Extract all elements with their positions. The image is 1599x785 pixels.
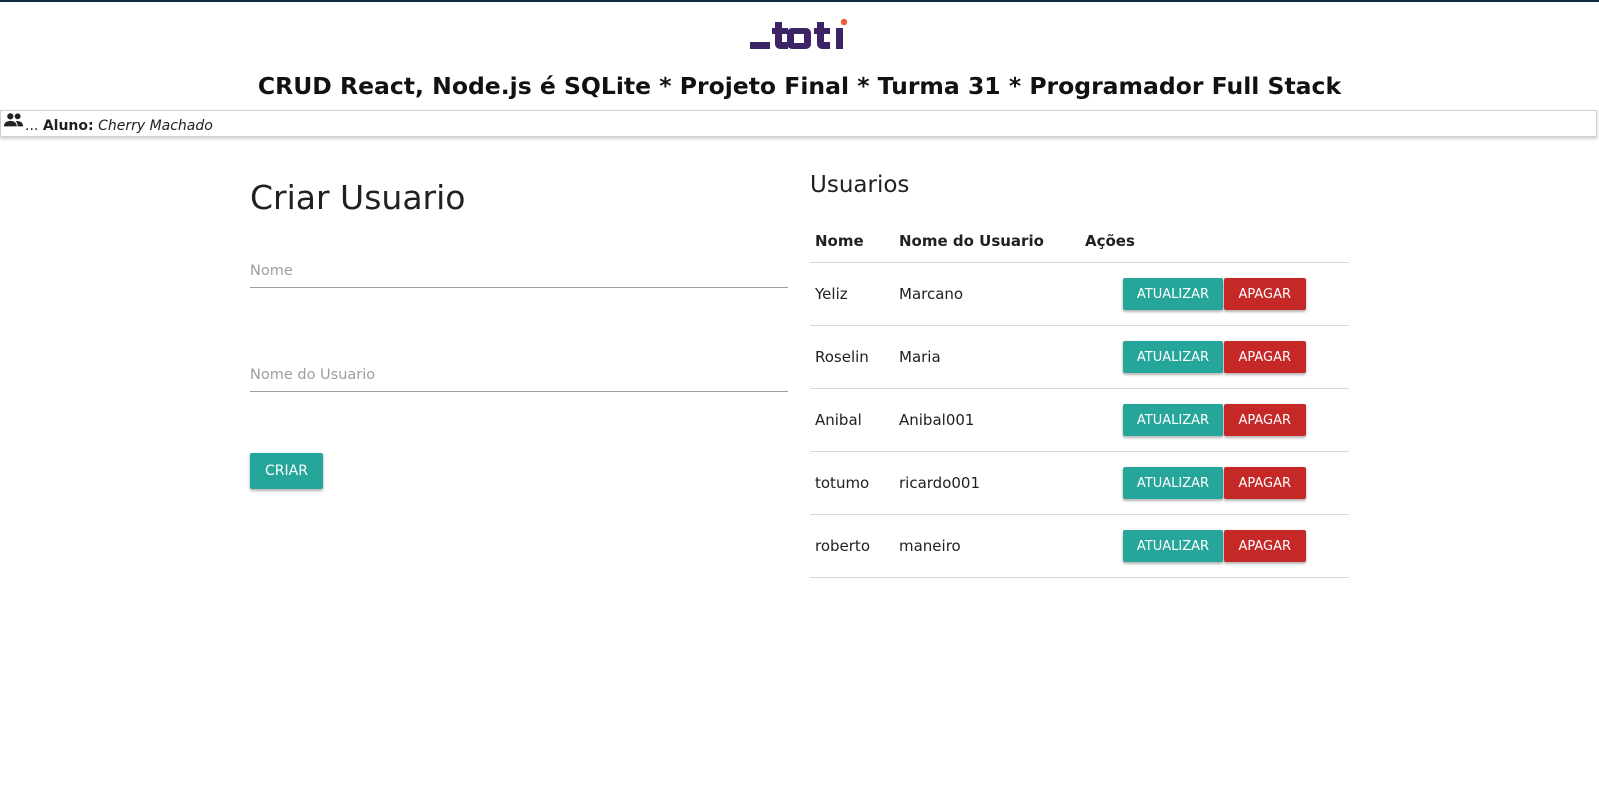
username-field [250, 364, 788, 392]
column-header-actions: Ações [1080, 219, 1349, 263]
update-button[interactable]: ATUALIZAR [1123, 467, 1223, 499]
users-table: Nome Nome do Usuario Ações Yeliz Marcano… [810, 219, 1349, 578]
cell-actions: ATUALIZAR APAGAR [1080, 451, 1349, 515]
delete-button[interactable]: APAGAR [1223, 530, 1306, 562]
cell-name: roberto [810, 514, 894, 578]
name-input[interactable] [250, 263, 788, 287]
cell-name: totumo [810, 451, 894, 515]
name-field [250, 260, 788, 288]
delete-button[interactable]: APAGAR [1223, 341, 1306, 373]
create-button[interactable]: CRIAR [250, 453, 323, 489]
users-title: Usuarios [810, 172, 910, 198]
cell-name: Yeliz [810, 262, 894, 326]
table-row: roberto maneiro ATUALIZAR APAGAR [810, 514, 1349, 578]
table-header-row: Nome Nome do Usuario Ações [810, 219, 1349, 263]
cell-username: ricardo001 [894, 451, 1080, 515]
cell-actions: ATUALIZAR APAGAR [1080, 325, 1349, 389]
page-title: CRUD React, Node.js é SQLite * Projeto F… [257, 72, 1342, 100]
cell-actions: ATUALIZAR APAGAR [1080, 514, 1349, 578]
delete-button[interactable]: APAGAR [1223, 467, 1306, 499]
cell-username: maneiro [894, 514, 1080, 578]
table-row: Anibal Anibal001 ATUALIZAR APAGAR [810, 388, 1349, 452]
cell-actions: ATUALIZAR APAGAR [1080, 388, 1349, 452]
delete-button[interactable]: APAGAR [1223, 404, 1306, 436]
cell-username: Maria [894, 325, 1080, 389]
cell-actions: ATUALIZAR APAGAR [1080, 262, 1349, 326]
student-label: ... Aluno: Cherry Machado [25, 118, 213, 134]
cell-username: Marcano [894, 262, 1080, 326]
table-row: Yeliz Marcano ATUALIZAR APAGAR [810, 262, 1349, 326]
username-input[interactable] [250, 367, 788, 391]
student-name: Cherry Machado [98, 118, 213, 134]
people-icon [3, 113, 24, 127]
table-row: totumo ricardo001 ATUALIZAR APAGAR [810, 451, 1349, 515]
table-row: Roselin Maria ATUALIZAR APAGAR [810, 325, 1349, 389]
update-button[interactable]: ATUALIZAR [1123, 341, 1223, 373]
student-bar: ... Aluno: Cherry Machado [0, 110, 1597, 137]
update-button[interactable]: ATUALIZAR [1123, 530, 1223, 562]
update-button[interactable]: ATUALIZAR [1123, 278, 1223, 310]
cell-username: Anibal001 [894, 388, 1080, 452]
cell-name: Roselin [810, 325, 894, 389]
create-user-title: Criar Usuario [250, 178, 466, 217]
toti-logo [750, 18, 848, 49]
student-prefix: ... [25, 118, 39, 134]
student-label-bold: Aluno: [42, 118, 94, 134]
column-header-name: Nome [810, 219, 894, 263]
update-button[interactable]: ATUALIZAR [1123, 404, 1223, 436]
cell-name: Anibal [810, 388, 894, 452]
delete-button[interactable]: APAGAR [1223, 278, 1306, 310]
column-header-username: Nome do Usuario [894, 219, 1080, 263]
